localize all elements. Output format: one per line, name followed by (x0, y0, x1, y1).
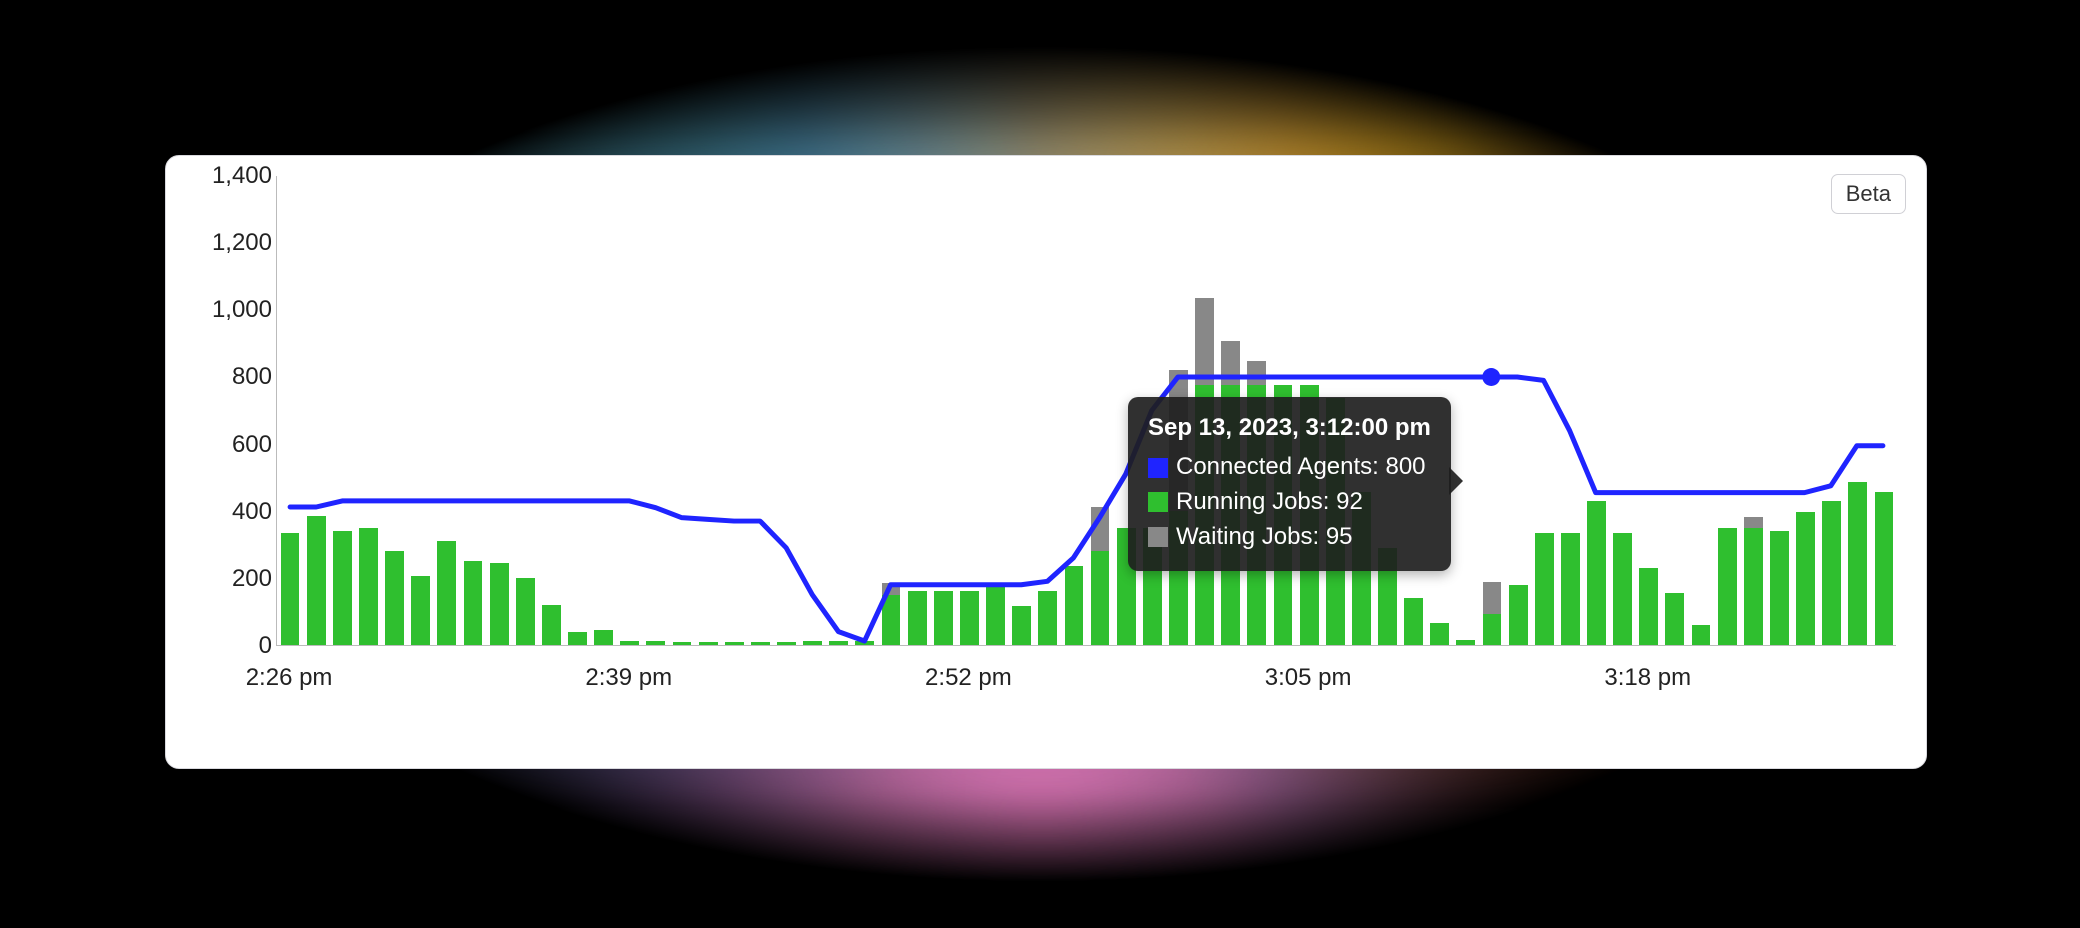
connected-agents-line (290, 377, 1883, 641)
x-tick-label: 2:39 pm (585, 664, 672, 692)
y-tick-label: 1,000 (196, 298, 272, 322)
line-series (277, 176, 1896, 645)
x-tick-label: 3:05 pm (1265, 664, 1352, 692)
chart-axis-area[interactable] (276, 176, 1896, 646)
tooltip-row: Running Jobs: 92 (1148, 485, 1431, 520)
y-tick-label: 400 (196, 500, 272, 524)
tooltip-label: Connected Agents: 800 (1176, 450, 1426, 485)
chart-card: Beta 02004006008001,0001,2001,400 2:26 p… (165, 155, 1927, 769)
y-tick-label: 0 (196, 634, 272, 658)
y-tick-label: 1,200 (196, 231, 272, 255)
tooltip-arrow-icon (1449, 467, 1463, 495)
tooltip-title: Sep 13, 2023, 3:12:00 pm (1148, 411, 1431, 446)
y-tick-label: 600 (196, 433, 272, 457)
x-tick-label: 2:52 pm (925, 664, 1012, 692)
square-icon (1148, 458, 1168, 478)
y-tick-label: 200 (196, 567, 272, 591)
hover-point-icon (1482, 368, 1500, 386)
tooltip-row: Waiting Jobs: 95 (1148, 520, 1431, 555)
y-tick-label: 800 (196, 365, 272, 389)
tooltip-label: Waiting Jobs: 95 (1176, 520, 1353, 555)
x-tick-label: 3:18 pm (1604, 664, 1691, 692)
y-tick-label: 1,400 (196, 164, 272, 188)
square-icon (1148, 527, 1168, 547)
square-icon (1148, 492, 1168, 512)
hover-tooltip: Sep 13, 2023, 3:12:00 pm Connected Agent… (1128, 397, 1451, 570)
x-tick-label: 2:26 pm (246, 664, 333, 692)
chart-plot[interactable]: 02004006008001,0001,2001,400 2:26 pm2:39… (196, 176, 1896, 706)
tooltip-row: Connected Agents: 800 (1148, 450, 1431, 485)
tooltip-label: Running Jobs: 92 (1176, 485, 1363, 520)
